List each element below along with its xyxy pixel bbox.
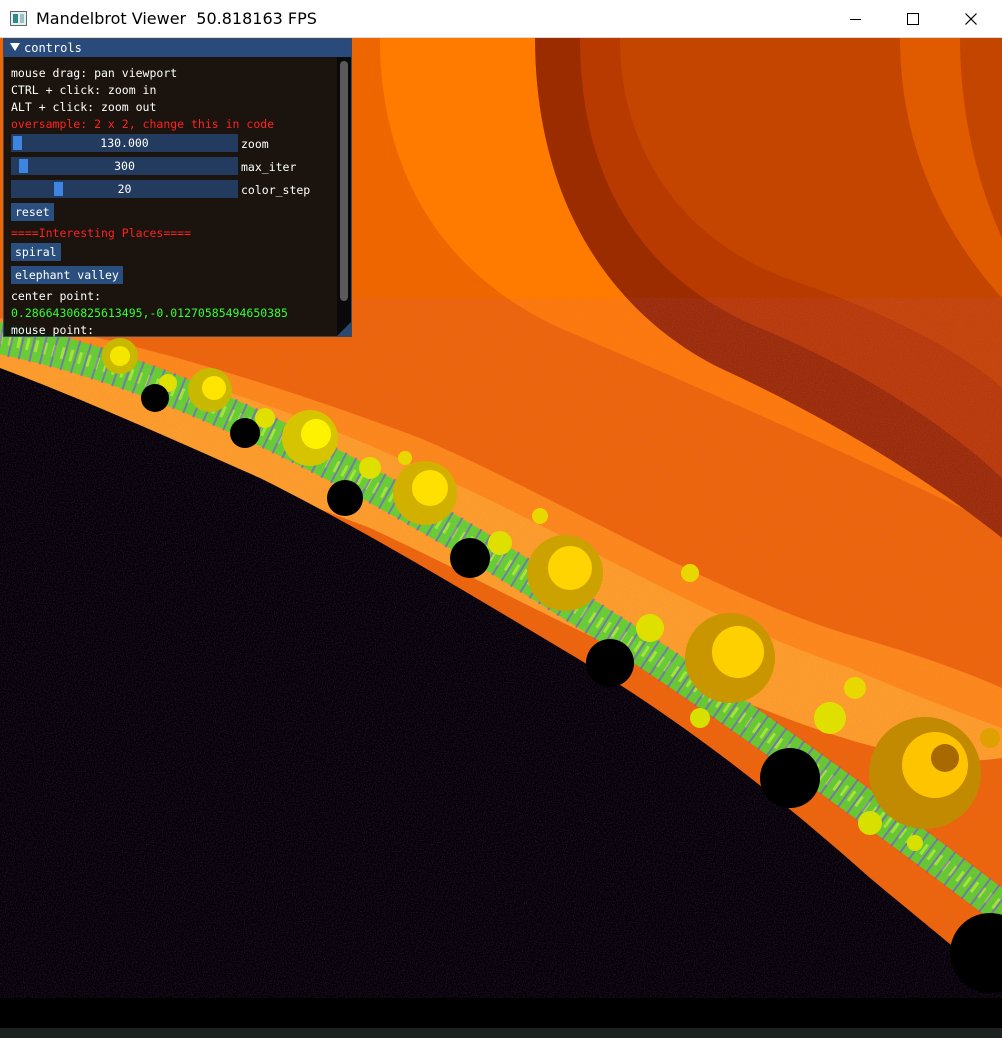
controls-panel[interactable]: controls mouse drag: pan viewport CTRL +… xyxy=(3,38,352,337)
max-iter-slider[interactable]: 300 xyxy=(11,157,238,175)
max-iter-slider-label: max_iter xyxy=(241,160,297,174)
resize-grip-icon[interactable] xyxy=(337,322,351,336)
controls-title: controls xyxy=(24,41,82,55)
controls-scrollbar[interactable] xyxy=(337,57,351,336)
elephant-valley-button[interactable]: elephant valley xyxy=(11,266,123,284)
app-icon xyxy=(10,11,27,26)
maximize-icon xyxy=(907,13,919,25)
help-line-zoom-in: CTRL + click: zoom in xyxy=(11,83,157,97)
center-point-label: center point: xyxy=(11,289,102,303)
zoom-slider-value: 130.000 xyxy=(100,136,149,150)
scrollbar-thumb[interactable] xyxy=(340,61,348,301)
close-icon xyxy=(965,13,977,25)
reset-button[interactable]: reset xyxy=(11,203,54,221)
help-line-zoom-out: ALT + click: zoom out xyxy=(11,100,157,114)
color-step-slider[interactable]: 20 xyxy=(11,180,238,198)
window-bottom-edge xyxy=(0,1028,1002,1038)
places-header: ====Interesting Places==== xyxy=(11,226,192,240)
title-bar: Mandelbrot Viewer 50.818163 FPS xyxy=(0,0,1002,38)
zoom-slider[interactable]: 130.000 xyxy=(11,134,238,152)
spiral-button[interactable]: spiral xyxy=(11,243,61,261)
controls-header[interactable]: controls xyxy=(4,39,351,57)
collapse-triangle-icon[interactable] xyxy=(10,43,20,51)
color-step-slider-value: 20 xyxy=(117,182,132,196)
minimize-button[interactable] xyxy=(826,0,884,38)
minimize-icon xyxy=(850,19,861,20)
center-point-value: 0.28664306825613495,-0.01270585494650385 xyxy=(11,306,288,320)
maximize-button[interactable] xyxy=(884,0,942,38)
help-line-pan: mouse drag: pan viewport xyxy=(11,66,178,80)
mouse-point-label: mouse point: xyxy=(11,323,95,337)
oversample-note: oversample: 2 x 2, change this in code xyxy=(11,117,275,131)
window-title: Mandelbrot Viewer 50.818163 FPS xyxy=(36,9,317,28)
zoom-slider-label: zoom xyxy=(241,137,269,151)
max-iter-slider-value: 300 xyxy=(114,159,135,173)
color-step-slider-label: color_step xyxy=(241,183,311,197)
close-button[interactable] xyxy=(942,0,1000,38)
